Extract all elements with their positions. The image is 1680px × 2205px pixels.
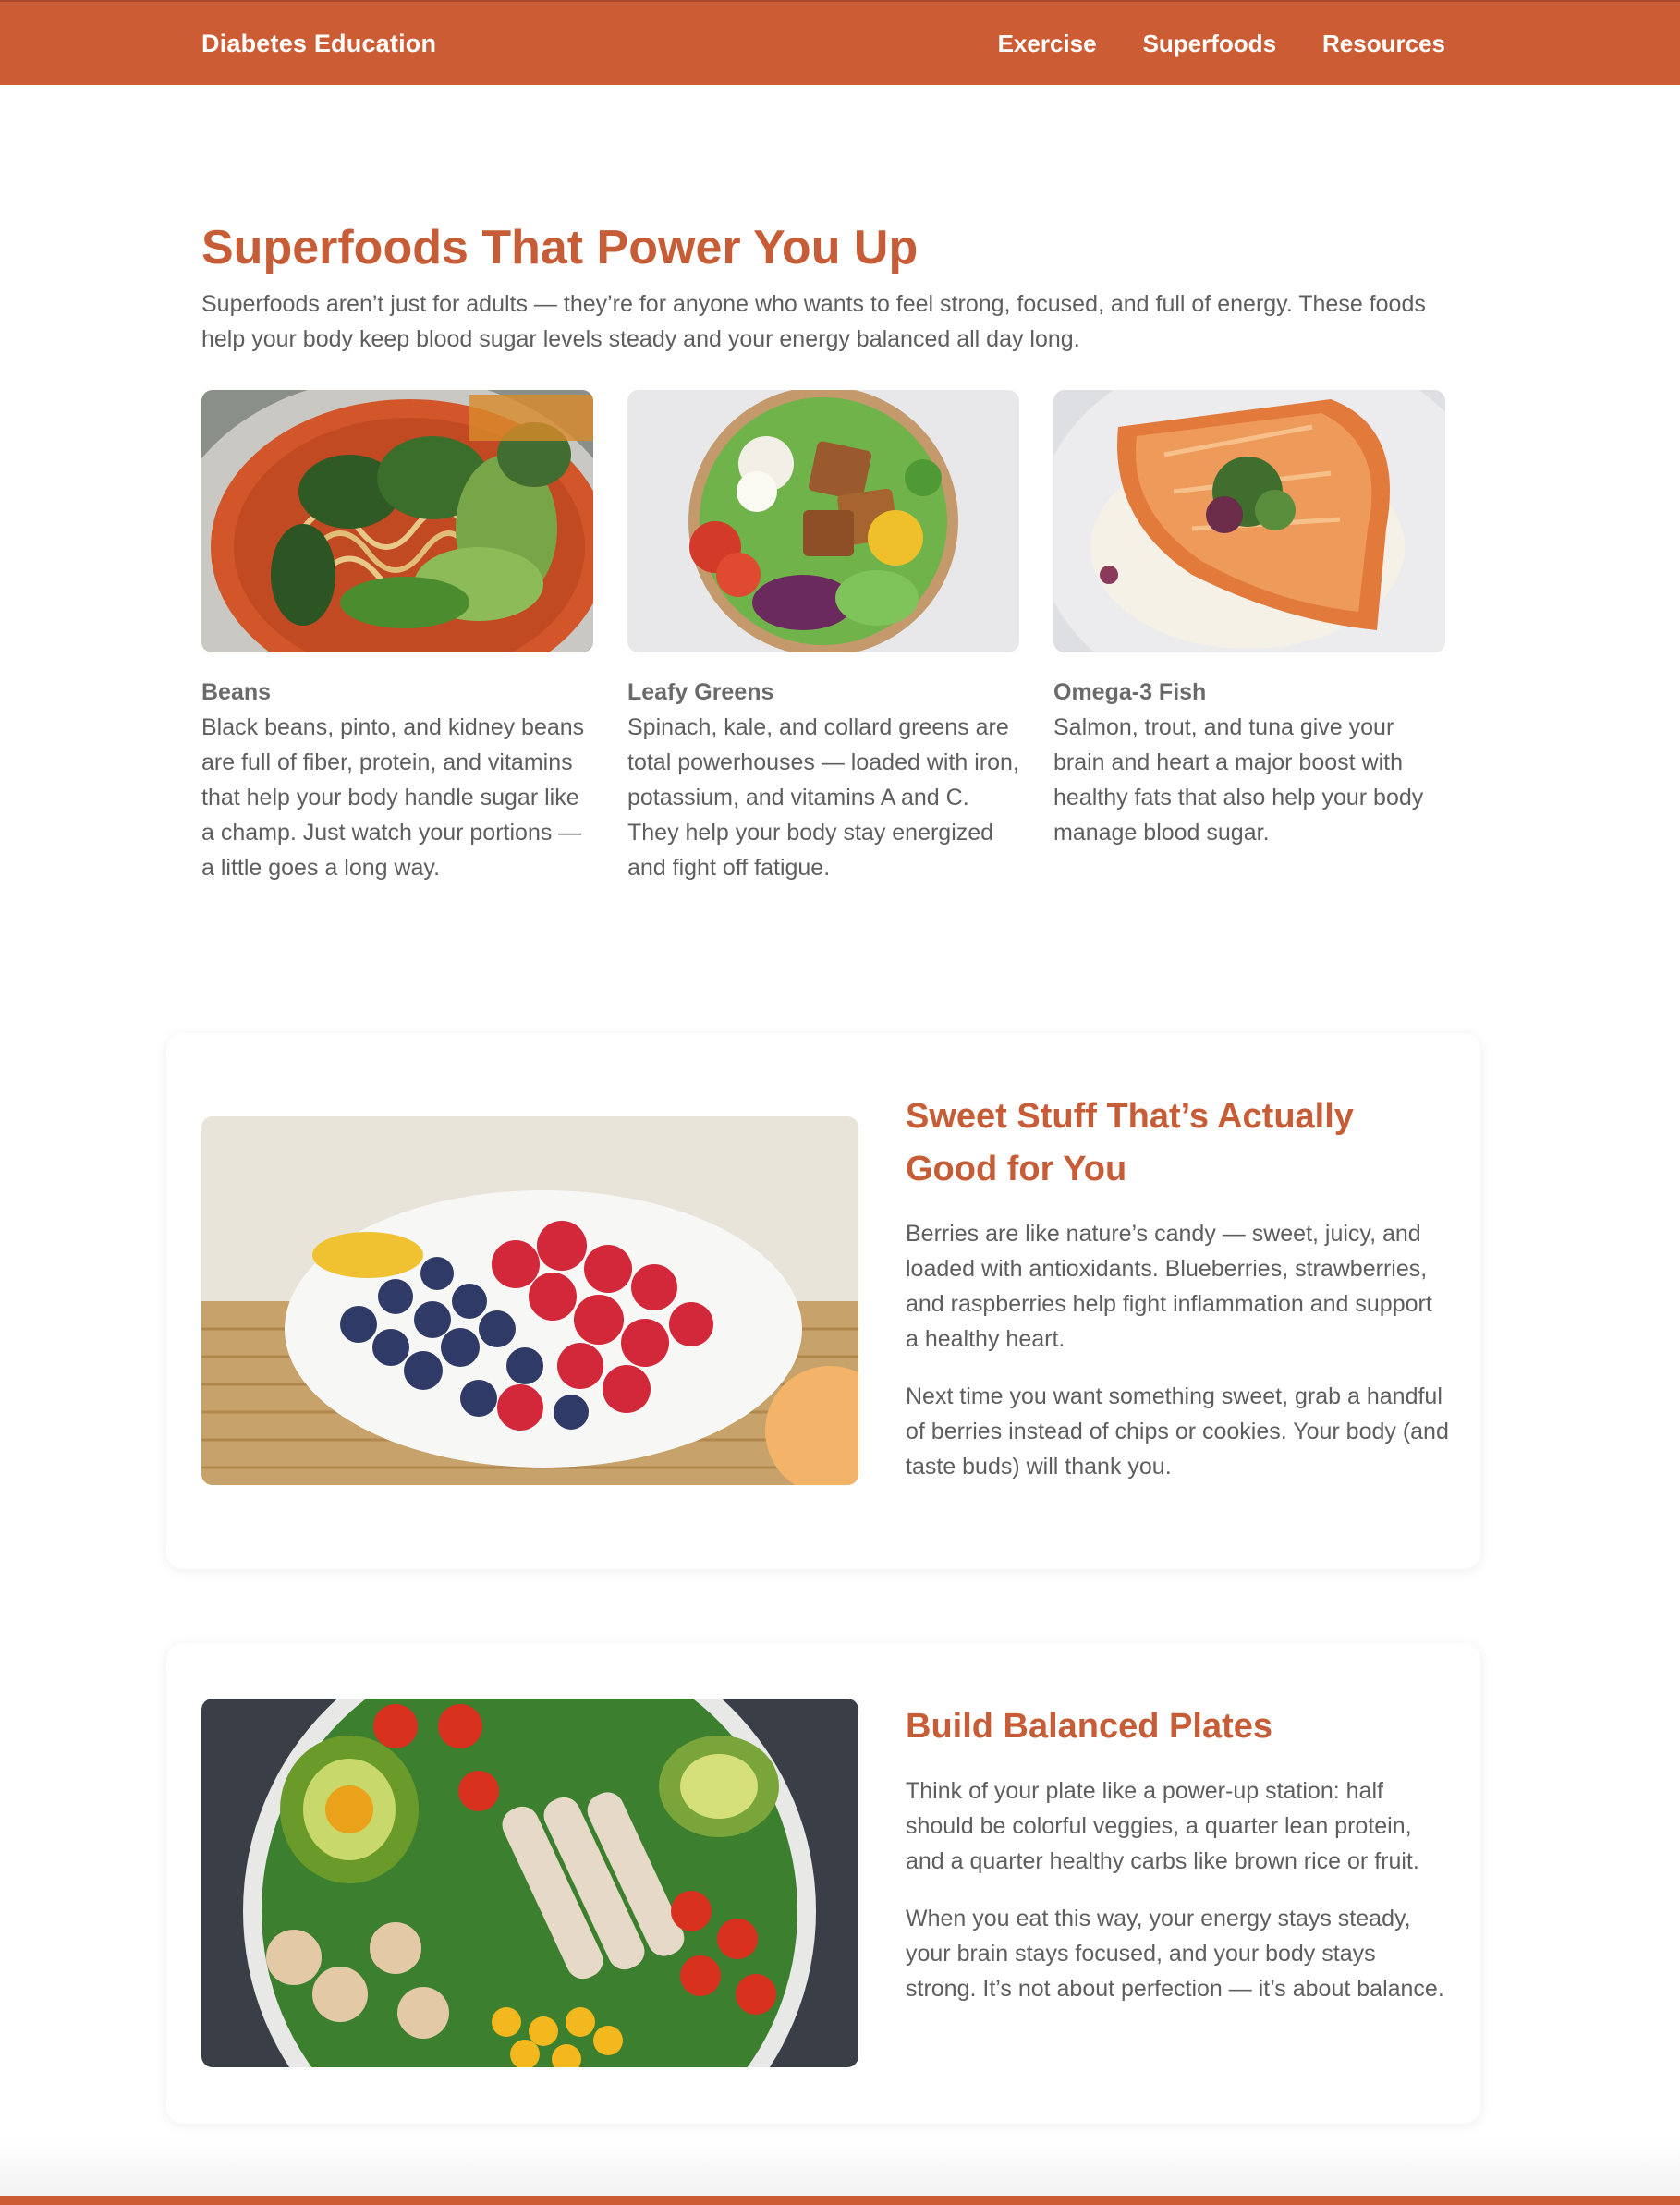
- feature-title-balanced-plates: Build Balanced Plates: [906, 1707, 1273, 1746]
- card-omega3-fish: Omega-3 Fish Salmon, trout, and tuna giv…: [1053, 390, 1445, 885]
- salad-bowl-illustration: [627, 390, 1019, 652]
- card-text-leafy-greens: Spinach, kale, and collard greens are to…: [627, 714, 1019, 881]
- feature-text-sweet-stuff-1: Berries are like nature’s candy — sweet,…: [906, 1221, 1432, 1352]
- page-title: Superfoods That Power You Up: [201, 221, 919, 274]
- feature-sweet-stuff: Sweet Stuff That’s Actually Good for You…: [166, 1033, 1480, 1569]
- berries-photo: [201, 1116, 858, 1485]
- feature-text-balanced-plates-1: Think of your plate like a power-up stat…: [906, 1778, 1419, 1874]
- card-title-omega3-fish: Omega-3 Fish: [1053, 679, 1207, 705]
- navbar: Diabetes Education Exercise Superfoods R…: [0, 0, 1680, 85]
- bottom-fade: [0, 2135, 1680, 2196]
- intro-text: Superfoods aren’t just for adults — they…: [201, 291, 1426, 352]
- superfood-cards: Beans Black beans, pinto, and kidney bea…: [201, 390, 1445, 885]
- card-beans: Beans Black beans, pinto, and kidney bea…: [201, 390, 593, 885]
- nav-link-superfoods[interactable]: Superfoods: [1143, 30, 1276, 58]
- card-leafy-greens: Leafy Greens Spinach, kale, and collard …: [627, 390, 1019, 885]
- superfoods-section: Superfoods That Power You Up Superfoods …: [201, 214, 1445, 357]
- berries-plate-illustration: [201, 1116, 858, 1485]
- card-text-beans: Black beans, pinto, and kidney beans are…: [201, 714, 585, 881]
- nav-link-exercise[interactable]: Exercise: [998, 30, 1097, 58]
- nav-link-resources[interactable]: Resources: [1322, 30, 1445, 58]
- feature-text-sweet-stuff-2: Next time you want something sweet, grab…: [906, 1383, 1449, 1480]
- nav-links: Exercise Superfoods Resources: [998, 30, 1445, 58]
- feature-text-balanced-plates-2: When you eat this way, your energy stays…: [906, 1906, 1444, 2002]
- salmon-plate-illustration: [1053, 390, 1445, 652]
- card-title-beans: Beans: [201, 679, 272, 705]
- feature-title-sweet-stuff: Sweet Stuff That’s Actually Good for You: [906, 1097, 1354, 1188]
- balanced-plate-photo: [201, 1699, 858, 2067]
- card-title-leafy-greens: Leafy Greens: [627, 679, 774, 705]
- brand-logo-link[interactable]: Diabetes Education: [201, 30, 436, 58]
- card-text-omega3-fish: Salmon, trout, and tuna give your brain …: [1053, 714, 1424, 846]
- feature-balanced-plates-body: Build Balanced Plates Think of your plat…: [906, 1700, 1451, 2006]
- noodle-bowl-illustration: [201, 390, 593, 652]
- leafy-greens-photo: [627, 390, 1019, 652]
- feature-balanced-plates: Build Balanced Plates Think of your plat…: [166, 1643, 1480, 2124]
- feature-sweet-stuff-body: Sweet Stuff That’s Actually Good for You…: [906, 1090, 1451, 1484]
- balanced-plate-illustration: [201, 1699, 858, 2067]
- omega3-fish-photo: [1053, 390, 1445, 652]
- beans-photo: [201, 390, 593, 652]
- footer-strip: [0, 2196, 1680, 2205]
